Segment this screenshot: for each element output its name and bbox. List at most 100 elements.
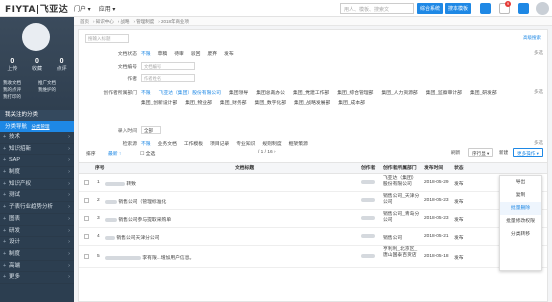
sidebar-item-more[interactable]: 更多 [0, 272, 74, 284]
sidebar-item[interactable]: 研发 [0, 226, 74, 238]
filter-option[interactable]: 框架策源 [289, 140, 308, 147]
sidebar-item[interactable]: 制度 [0, 167, 74, 179]
sidebar-item[interactable]: 制度 [0, 249, 74, 261]
filter-option[interactable]: 集团总裁办公 [256, 89, 285, 96]
quick-link-my-docs[interactable]: 我收文档 [3, 79, 38, 86]
row-checkbox[interactable] [84, 180, 89, 185]
advanced-search-link[interactable]: 高级搜索 [523, 35, 541, 41]
refresh-button[interactable]: 刷新 [448, 148, 464, 157]
filter-option[interactable]: 不限 [141, 50, 151, 57]
global-search-input[interactable]: 用人、模板、搜索文 [340, 3, 414, 14]
multi-select-toggle[interactable]: 多选 [534, 140, 543, 146]
more-actions-button[interactable]: 更多操作 ▾ [513, 148, 543, 157]
row-checkbox[interactable] [84, 198, 89, 203]
view-mode-button[interactable]: 序行显 ▾ [468, 148, 494, 157]
sidebar-item[interactable]: 设计 [0, 237, 74, 249]
table-row[interactable]: 5 李有限...增加用户信息。 亨利利_北京区_唐山国泰百货店 2018-05-… [79, 246, 547, 268]
sidebar-item[interactable]: 图表 [0, 214, 74, 226]
quick-link-my-comments[interactable]: 我的点评 [3, 86, 38, 93]
filter-option[interactable]: 集团_综合管理部 [337, 89, 373, 96]
breadcrumb-item[interactable]: 管理制度 [136, 19, 154, 24]
filter-option[interactable]: 集团领导 [229, 89, 248, 96]
pager[interactable]: / 1 / 16 › [258, 150, 276, 155]
user-avatar[interactable] [536, 2, 549, 15]
sidebar-item[interactable]: SAP [0, 155, 74, 168]
integrated-system-button[interactable]: 综合系统 [417, 3, 444, 14]
sidebar-item[interactable]: 知识产权 [0, 179, 74, 191]
multi-select-toggle[interactable]: 多选 [534, 50, 543, 56]
multi-select-toggle[interactable]: 多选 [534, 89, 543, 95]
filter-option[interactable]: 驳回 [191, 50, 201, 57]
table-row[interactable]: 3 销售公司参与提取采购单 销售公司_青岛分公司 2018-05-23 发布 [79, 210, 547, 228]
row-title[interactable]: 转致 [105, 180, 136, 187]
filter-option[interactable]: 集团_成本部 [338, 99, 365, 106]
row-title[interactable]: 销售公司参与提取采购单 [105, 216, 171, 223]
menu-item-batch-delete[interactable]: 批量删除 [500, 202, 541, 215]
filter-option[interactable]: 草稿 [158, 50, 168, 57]
sidebar-item[interactable]: 测试 [0, 190, 74, 203]
col-header-dept[interactable]: 创作者所属部门 [383, 163, 417, 174]
menu-item-batch-permission[interactable]: 批量修改权限 [500, 215, 541, 228]
filter-option[interactable]: 集团_人力资源部 [381, 89, 417, 96]
stat-comment[interactable]: 0 点评 [57, 58, 67, 72]
category-nav-header[interactable]: 分类导航 分类管理 [0, 121, 74, 132]
filter-option[interactable]: 不限 [141, 89, 151, 96]
breadcrumb-item[interactable]: 知识中心 [96, 19, 114, 24]
nav-apps-menu[interactable]: 应用 ▾ [99, 4, 116, 13]
filter-option[interactable]: 发布 [224, 50, 234, 57]
filter-option[interactable]: 集团_财务部 [220, 99, 247, 106]
select-all-checkbox[interactable]: ☐ 全选 [140, 150, 155, 157]
new-button[interactable]: 新建 [496, 148, 512, 157]
stat-upload[interactable]: 0 上传 [7, 58, 17, 72]
breadcrumb-item[interactable]: 战略 [121, 19, 130, 24]
row-title[interactable]: 李有限...增加用户信息。 [105, 254, 194, 261]
table-row[interactable]: 2 销售公司（管理标准化 销售公司_天津分公司 2018-05-23 发布 [79, 192, 547, 210]
table-row[interactable]: 1 转致 飞亚达（集团）股份有限公司 2018-05-29 发布 [79, 174, 547, 192]
row-checkbox[interactable] [84, 254, 89, 259]
home-icon[interactable] [480, 3, 491, 14]
quick-link-maintained[interactable]: 我维护的 [38, 86, 73, 93]
filter-option[interactable]: 废弃 [207, 50, 217, 57]
row-title[interactable]: 销售公司天津分公司 [105, 234, 160, 241]
filter-option[interactable]: 集团_党建工作部 [293, 89, 329, 96]
sidebar-item[interactable]: 技术 [0, 132, 74, 144]
category-manage-link[interactable]: 分类管理 [32, 124, 50, 129]
message-icon[interactable] [518, 3, 529, 14]
breadcrumb-item[interactable]: 首页 [80, 19, 89, 24]
filter-option[interactable]: 专业知识 [236, 140, 255, 147]
filter-option[interactable]: 飞亚达（集团）股份有限公司 [159, 89, 221, 96]
row-checkbox[interactable] [84, 234, 89, 239]
filter-option[interactable]: 待审 [174, 50, 184, 57]
time-select[interactable]: 全部 [141, 126, 161, 134]
filter-option[interactable]: 集团_研发部 [470, 89, 497, 96]
stat-favorite[interactable]: 0 收藏 [32, 58, 42, 72]
row-title[interactable]: 销售公司（管理标准化 [105, 198, 166, 205]
filter-option[interactable]: 集团_战略发展部 [294, 99, 330, 106]
filter-option[interactable]: 项目记录 [210, 140, 229, 147]
filter-option[interactable]: 集团_数字化部 [255, 99, 286, 106]
menu-item-copy[interactable]: 复制 [500, 189, 541, 202]
menu-item-category-move[interactable]: 分类转移 [500, 228, 541, 241]
nav-portal-menu[interactable]: 门户 ▾ [74, 4, 91, 13]
filter-option[interactable]: 集团_物业部 [185, 99, 212, 106]
filter-option[interactable]: 集团_创新设计部 [141, 99, 177, 106]
sidebar-item[interactable]: 高端 [0, 261, 74, 273]
col-header-title[interactable]: 文档标题 [235, 163, 254, 174]
col-header-author[interactable]: 创作者 [361, 163, 375, 174]
menu-item-export[interactable]: 导出 [500, 176, 541, 189]
filter-option[interactable]: 规则制度 [262, 140, 281, 147]
quick-link-promoted[interactable]: 推广文档 [38, 79, 73, 86]
col-header-date[interactable]: 发布时间 [424, 163, 443, 174]
filter-option[interactable]: 业务文档 [158, 140, 177, 147]
col-header-status[interactable]: 状态 [454, 163, 464, 174]
row-checkbox[interactable] [84, 216, 89, 221]
template-search-button[interactable]: 搜本模板 [445, 3, 472, 14]
sort-newest-button[interactable]: 最新 ↑ [108, 150, 121, 157]
table-row[interactable]: 4 销售公司天津分公司 销售公司 2018-05-21 发布 [79, 228, 547, 246]
my-categories-header[interactable]: 我关注的分类 [0, 110, 74, 121]
breadcrumb-item[interactable]: 2018年商业项 [161, 19, 189, 24]
quick-link-printed[interactable]: 我打印的 [3, 93, 38, 100]
filter-option[interactable]: 工作模板 [184, 140, 203, 147]
filter-option[interactable]: 不限 [141, 140, 151, 147]
author-input[interactable]: 作者姓名 [141, 74, 195, 82]
